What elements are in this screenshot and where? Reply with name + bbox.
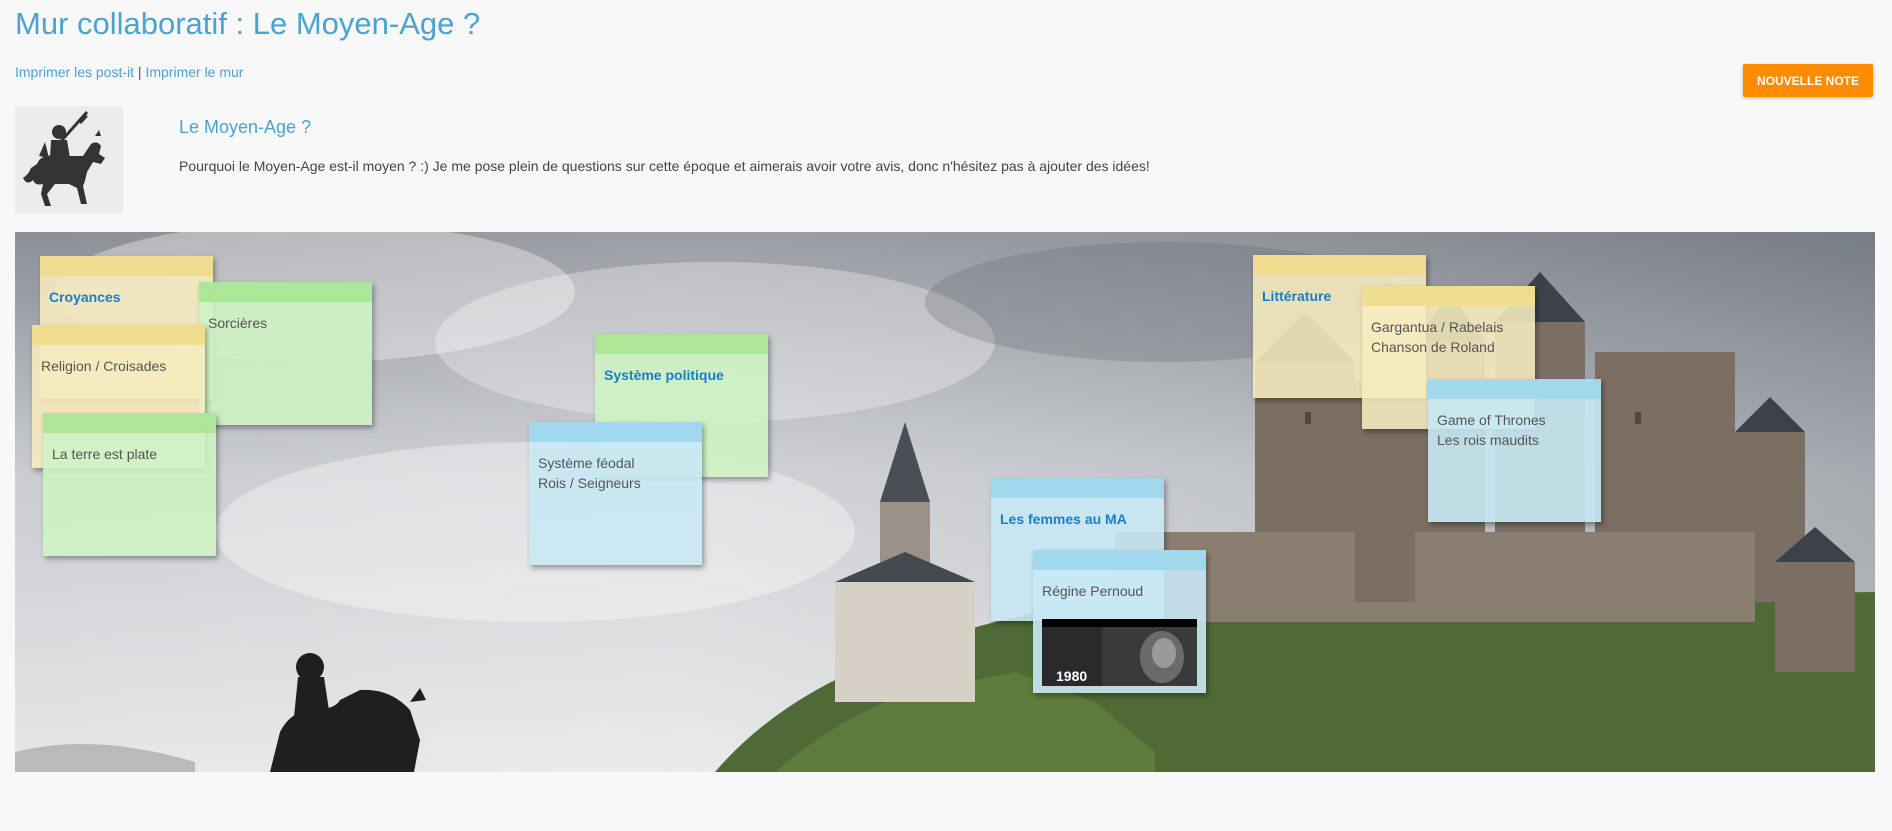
print-wall-link[interactable]: Imprimer le mur	[145, 64, 243, 80]
note-systeme-politique-text: Système politique	[604, 367, 724, 383]
new-note-button[interactable]: NOUVELLE NOTE	[1743, 64, 1873, 97]
wall-board[interactable]: Croyances Sorcières Religion / Croisades…	[15, 232, 1875, 772]
note-game-of-thrones[interactable]: Game of Thrones Les rois maudits	[1428, 379, 1601, 522]
note-regine-pernoud[interactable]: Régine Pernoud 1980	[1033, 550, 1206, 693]
note-croyances-text: Croyances	[49, 289, 121, 305]
knight-on-horse-icon	[23, 111, 105, 206]
note-terre-plate-text: La terre est plate	[52, 446, 158, 462]
wall-thumbnail	[15, 106, 123, 214]
note-gargantua-line-2: Chanson de Roland	[1371, 339, 1495, 355]
wall-description: Pourquoi le Moyen-Age est-il moyen ? :) …	[179, 158, 1150, 174]
note-game-of-thrones-line-1: Game of Thrones	[1437, 412, 1546, 428]
video-caption: 1980	[1056, 668, 1088, 684]
link-separator: |	[134, 64, 146, 80]
note-terre-plate[interactable]: La terre est plate	[43, 413, 216, 556]
note-systeme-feodal[interactable]: Système féodal Rois / Seigneurs	[529, 422, 702, 565]
print-links: Imprimer les post-it | Imprimer le mur	[15, 64, 243, 80]
print-postits-link[interactable]: Imprimer les post-it	[15, 64, 134, 80]
note-systeme-feodal-line-1: Système féodal	[538, 455, 635, 471]
note-gargantua-text: Gargantua / Rabelais Chanson de Roland	[1371, 317, 1529, 357]
note-game-of-thrones-line-2: Les rois maudits	[1437, 432, 1539, 448]
note-gargantua-line-1: Gargantua / Rabelais	[1371, 319, 1504, 335]
note-femmes-ma-text: Les femmes au MA	[1000, 511, 1127, 527]
note-systeme-feodal-text: Système féodal Rois / Seigneurs	[538, 453, 696, 493]
note-sorcieres[interactable]: Sorcières	[199, 282, 372, 425]
page-title: Mur collaboratif : Le Moyen-Age ?	[15, 6, 481, 41]
note-game-of-thrones-text: Game of Thrones Les rois maudits	[1437, 410, 1595, 450]
note-sorcieres-text: Sorcières	[208, 315, 268, 331]
wall-name: Le Moyen-Age ?	[179, 117, 312, 137]
video-thumbnail[interactable]: 1980	[1042, 619, 1197, 686]
note-religion-text: Religion / Croisades	[41, 358, 167, 374]
note-systeme-feodal-line-2: Rois / Seigneurs	[538, 475, 641, 491]
note-regine-pernoud-text: Régine Pernoud	[1042, 583, 1144, 599]
